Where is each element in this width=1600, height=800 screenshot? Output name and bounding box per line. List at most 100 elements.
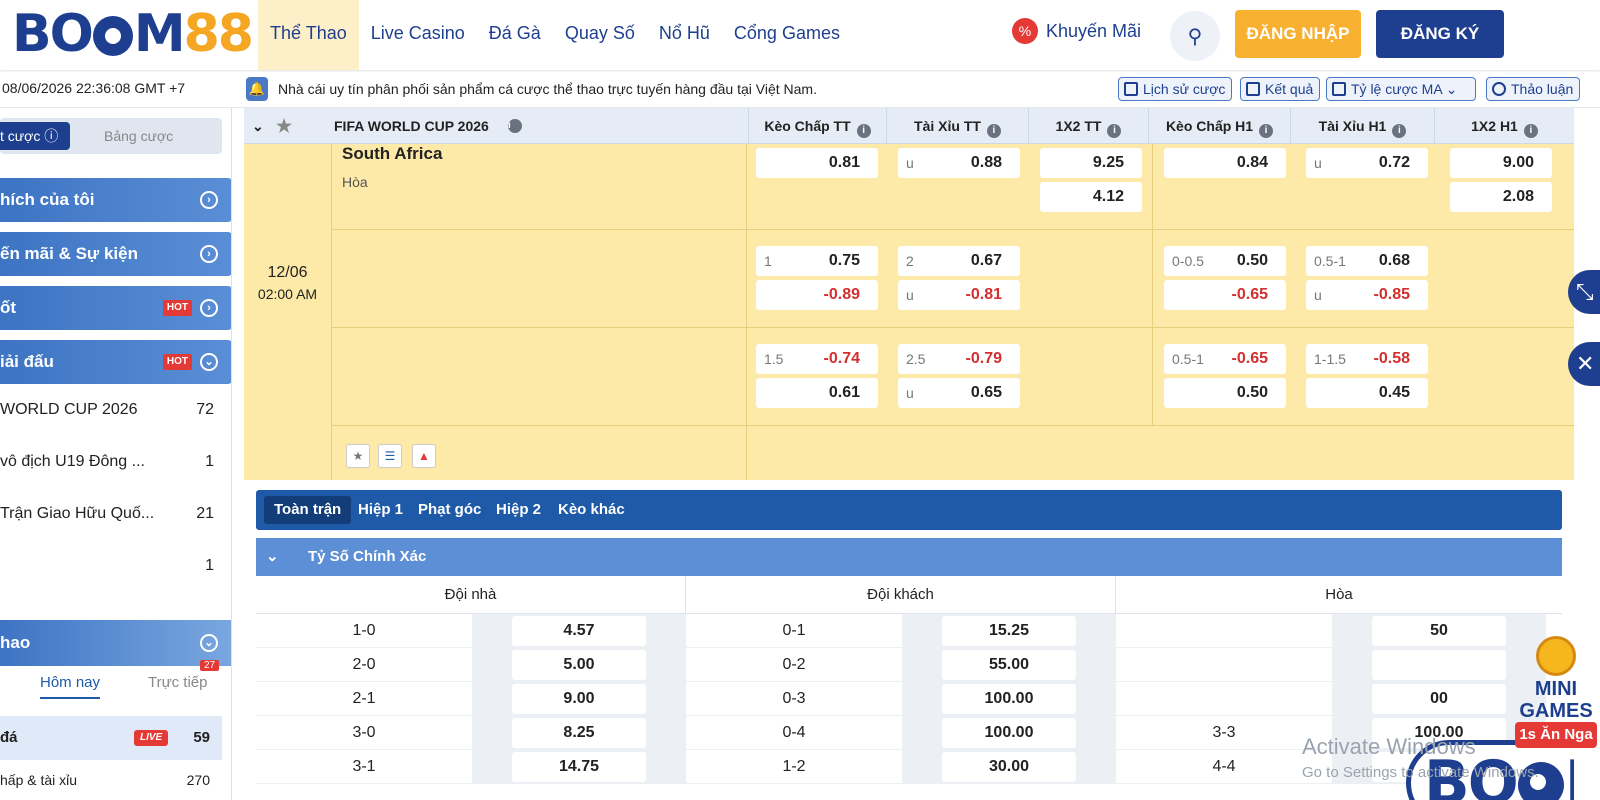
- odds-home[interactable]: 5.00: [512, 650, 646, 680]
- odds-cell[interactable]: 0.84: [1164, 148, 1286, 178]
- tab-half-1[interactable]: Hiệp 1: [348, 496, 413, 524]
- odds-cell[interactable]: 9.00: [1450, 148, 1552, 178]
- nav-quay-so[interactable]: Quay Số: [553, 0, 647, 70]
- register-button[interactable]: ĐĂNG KÝ: [1376, 10, 1504, 58]
- odds-away[interactable]: 100.00: [942, 718, 1076, 748]
- tab-bet-table[interactable]: Bảng cược: [104, 128, 173, 144]
- odds-cell[interactable]: 0-0.5 0.50: [1164, 246, 1286, 276]
- nav-no-hu[interactable]: Nổ Hũ: [647, 0, 722, 70]
- mini-games-widget[interactable]: MINI GAMES 1s Ăn Nga: [1506, 636, 1600, 748]
- odds-cell[interactable]: u -0.85: [1306, 280, 1428, 310]
- odds-cell[interactable]: 0.81: [756, 148, 878, 178]
- tab-bet[interactable]: t cược ⓘ: [0, 122, 70, 150]
- nav-da-ga[interactable]: Đá Gà: [477, 0, 553, 70]
- tab-other[interactable]: Kèo khác: [548, 496, 635, 524]
- odds-cell[interactable]: 2.5 -0.79: [898, 344, 1020, 374]
- odds-away[interactable]: 100.00: [942, 684, 1076, 714]
- odds-cell[interactable]: 9.25: [1040, 148, 1142, 178]
- odds-home[interactable]: 14.75: [512, 752, 646, 782]
- live-badge: LIVE: [134, 730, 169, 746]
- odds-home[interactable]: 9.00: [512, 684, 646, 714]
- odds-home[interactable]: 8.25: [512, 718, 646, 748]
- fire-icon[interactable]: ▲: [412, 444, 436, 468]
- tab-half-2[interactable]: Hiệp 2: [486, 496, 551, 524]
- nav-the-thao[interactable]: Thể Thao: [258, 0, 359, 70]
- results-button[interactable]: Kết quả: [1240, 77, 1321, 101]
- bet-history-button[interactable]: Lịch sử cược: [1118, 77, 1233, 101]
- odds-cell[interactable]: 0.5-1 0.68: [1306, 246, 1428, 276]
- odds-cell[interactable]: 0.50: [1164, 378, 1286, 408]
- odds-handicap: 1.5: [764, 351, 784, 367]
- odds-draw[interactable]: 50: [1372, 616, 1506, 646]
- sidebar-sports-header[interactable]: hao ⌄: [0, 620, 231, 666]
- odds-cell[interactable]: 4.12: [1040, 182, 1142, 212]
- score-home: 3-0: [352, 724, 376, 741]
- league-item[interactable]: WORLD CUP 2026 72: [0, 384, 222, 436]
- odds-cell[interactable]: 1.5 -0.74: [756, 344, 878, 374]
- activate-windows-sub: Go to Settings to activate Windows.: [1302, 764, 1539, 781]
- odds-type-select[interactable]: Tỷ lệ cược MA ⌄: [1326, 77, 1476, 101]
- logo[interactable]: BO M 88: [12, 4, 254, 64]
- odds-cell[interactable]: u 0.72: [1306, 148, 1428, 178]
- info-icon[interactable]: i: [856, 124, 871, 138]
- odds-cell[interactable]: 1 0.75: [756, 246, 878, 276]
- tab-today[interactable]: Hôm nay: [40, 674, 101, 699]
- tab-live[interactable]: Trực tiếp: [148, 674, 208, 691]
- sidebar-item-favorites[interactable]: hích của tôi ›: [0, 178, 231, 222]
- odds-value: -0.89: [823, 286, 860, 303]
- league-count: 1: [205, 557, 214, 574]
- odds-cell[interactable]: 0.45: [1306, 378, 1428, 408]
- odds-value: 2.08: [1502, 188, 1534, 205]
- league-name: Trận Giao Hữu Quố...: [0, 505, 155, 522]
- league-item[interactable]: vô địch U19 Đông ... 1: [0, 436, 222, 488]
- info-icon[interactable]: i: [508, 119, 522, 133]
- odds-value: 0.50: [1236, 384, 1268, 401]
- sidebar-item-label: ốt: [0, 298, 17, 317]
- info-icon[interactable]: i: [1392, 124, 1407, 138]
- odds-cell[interactable]: 0.61: [756, 378, 878, 408]
- tab-full-match[interactable]: Toàn trận: [264, 496, 352, 524]
- odds-cell[interactable]: 2 0.67: [898, 246, 1020, 276]
- odds-cell[interactable]: 1-1.5 -0.58: [1306, 344, 1428, 374]
- odds-cell[interactable]: 0.5-1 -0.65: [1164, 344, 1286, 374]
- star-icon[interactable]: ★: [346, 444, 370, 468]
- nav-cong-games[interactable]: Cổng Games: [722, 0, 852, 70]
- odds-cell[interactable]: -0.65: [1164, 280, 1286, 310]
- odds-away[interactable]: 30.00: [942, 752, 1076, 782]
- odds-draw[interactable]: [1372, 650, 1506, 680]
- sport-row-football[interactable]: đá LIVE 59: [0, 716, 222, 760]
- tab-corners[interactable]: Phạt góc: [408, 496, 491, 524]
- discussion-button[interactable]: Thảo luận: [1486, 77, 1581, 101]
- odds-cell[interactable]: -0.89: [756, 280, 878, 310]
- info-icon[interactable]: i: [1259, 124, 1274, 138]
- odds-value: 0.50: [1236, 252, 1268, 269]
- sidebar-item-leagues[interactable]: iải đấu HOT ⌄: [0, 340, 231, 384]
- league-name: vô địch U19 Đông ...: [0, 453, 145, 470]
- odds-home[interactable]: 4.57: [512, 616, 646, 646]
- tab-bet-label: t cược: [0, 128, 41, 144]
- sidebar-item-hot[interactable]: ốt HOT ›: [0, 286, 231, 330]
- login-button[interactable]: ĐĂNG NHẬP: [1235, 10, 1361, 58]
- odds-cell[interactable]: u 0.65: [898, 378, 1020, 408]
- search-button[interactable]: ⚲: [1170, 11, 1220, 61]
- promo-link[interactable]: % Khuyến Mãi: [1012, 18, 1141, 44]
- chevron-down-icon[interactable]: ⌄: [252, 108, 264, 144]
- correct-score-header[interactable]: ⌄ Tỷ Số Chính Xác: [256, 538, 1562, 576]
- odds-cell[interactable]: u 0.88: [898, 148, 1020, 178]
- odds-draw[interactable]: 00: [1372, 684, 1506, 714]
- odds-away[interactable]: 55.00: [942, 650, 1076, 680]
- info-icon[interactable]: i: [1107, 124, 1122, 138]
- odds-cell[interactable]: u -0.81: [898, 280, 1020, 310]
- stats-icon[interactable]: ☰: [378, 444, 402, 468]
- info-icon[interactable]: i: [1523, 124, 1538, 138]
- odds-away[interactable]: 15.25: [942, 616, 1076, 646]
- odds-value: 0.61: [828, 384, 860, 401]
- info-icon[interactable]: i: [986, 124, 1001, 138]
- nav-live-casino[interactable]: Live Casino: [359, 0, 477, 70]
- sport-row-handicap[interactable]: hấp & tài xỉu 270: [0, 772, 222, 788]
- sidebar-item-promotions[interactable]: ến mãi & Sự kiện ›: [0, 232, 231, 276]
- league-item[interactable]: 1: [0, 540, 222, 592]
- odds-cell[interactable]: 2.08: [1450, 182, 1552, 212]
- league-item[interactable]: Trận Giao Hữu Quố... 21: [0, 488, 222, 540]
- star-icon[interactable]: ★: [276, 108, 292, 144]
